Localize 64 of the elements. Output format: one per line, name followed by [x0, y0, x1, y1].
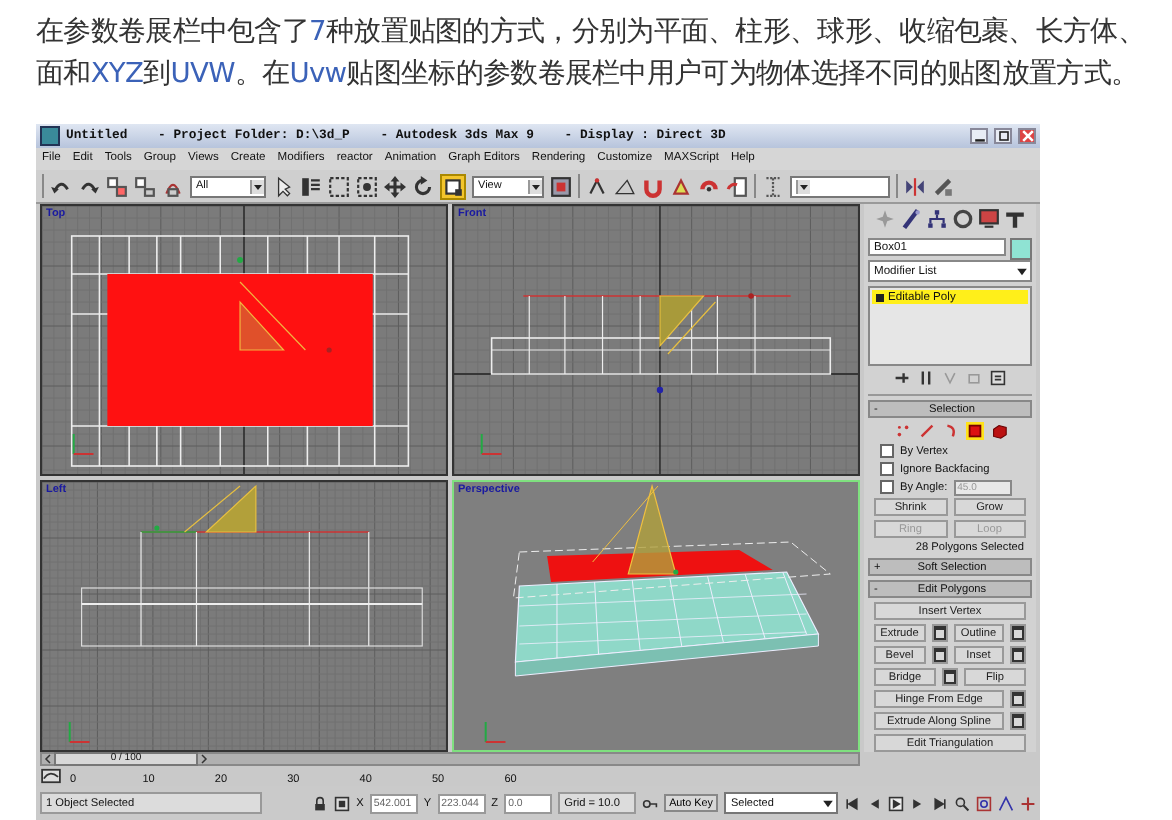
motion-icon[interactable] — [952, 208, 974, 231]
hammer-icon[interactable] — [1004, 208, 1026, 231]
article-paragraph: 在参数卷展栏中包含了7种放置贴图的方式，分别为平面、柱形、球形、收缩包裹、长方体、面和XYZ到UVW。在Uvw贴图坐标的参数卷展栏中用户可为物体选择不同的贴图放置方式。 — [36, 14, 1147, 94]
settings-button[interactable] — [1010, 646, 1026, 665]
rotate-icon[interactable] — [412, 175, 434, 198]
absolute-mode-icon[interactable] — [334, 795, 351, 812]
pivot-icon[interactable] — [550, 175, 572, 198]
dropdown-arrow-icon — [796, 179, 810, 194]
link-icon[interactable] — [106, 175, 128, 198]
scale-icon[interactable] — [440, 173, 466, 200]
angle-snap-icon[interactable] — [614, 175, 636, 198]
maximize-icon — [995, 127, 1011, 144]
lock-icon[interactable] — [312, 795, 329, 812]
configure-icon[interactable] — [990, 370, 1006, 387]
maximize-button[interactable] — [994, 127, 1012, 144]
hierarchy-icon[interactable] — [926, 208, 948, 231]
zoom-all-icon[interactable] — [976, 795, 992, 812]
window-crossing-icon[interactable] — [356, 175, 378, 198]
unlink-icon[interactable] — [134, 175, 156, 198]
checkbox[interactable] — [880, 444, 894, 459]
settings-button[interactable] — [931, 646, 947, 665]
checkbox[interactable] — [880, 480, 894, 495]
modify-icon[interactable] — [900, 208, 922, 231]
snap-icon[interactable] — [586, 175, 608, 198]
edit-named-selection-icon[interactable] — [726, 175, 748, 198]
show-end-result-icon[interactable] — [918, 370, 934, 387]
element-icon[interactable] — [989, 422, 1007, 441]
dropdown-arrow-icon — [1014, 263, 1030, 280]
dropdown-arrow-icon — [820, 795, 836, 812]
named-selection-dropdown[interactable] — [790, 175, 890, 198]
settings-button[interactable] — [931, 624, 947, 643]
settings-button[interactable] — [1010, 712, 1026, 731]
go-to-end-icon[interactable] — [932, 795, 948, 812]
field-of-view-icon[interactable] — [998, 795, 1014, 812]
align-icon[interactable] — [932, 175, 954, 198]
checkbox[interactable] — [880, 462, 894, 477]
object-color-swatch[interactable] — [1010, 238, 1032, 261]
settings-button[interactable] — [942, 668, 958, 687]
display-icon[interactable] — [978, 208, 1000, 231]
select-arrow-icon[interactable] — [272, 175, 294, 198]
polygon-icon[interactable] — [965, 422, 983, 441]
close-icon — [1019, 127, 1035, 144]
settings-button[interactable] — [1010, 690, 1026, 709]
minimize-button[interactable] — [970, 127, 988, 144]
move-icon[interactable] — [384, 175, 406, 198]
select-by-name-icon[interactable] — [300, 175, 322, 198]
dropdown-arrow-icon — [528, 179, 542, 194]
rectangle-selection-icon[interactable] — [328, 175, 350, 198]
app-icon — [40, 125, 60, 146]
pan-icon[interactable] — [1020, 795, 1036, 812]
play-icon[interactable] — [888, 795, 904, 812]
mirror-icon[interactable] — [904, 175, 926, 198]
next-frame-icon[interactable] — [910, 795, 926, 812]
edge-icon[interactable] — [917, 422, 935, 441]
previous-frame-icon[interactable] — [866, 795, 882, 812]
zoom-icon[interactable] — [954, 795, 970, 812]
close-button[interactable] — [1018, 127, 1036, 144]
curve-editor-icon[interactable] — [40, 768, 62, 785]
dropdown-arrow-icon — [250, 179, 264, 194]
go-to-start-icon[interactable] — [844, 795, 860, 812]
settings-button[interactable] — [1010, 624, 1026, 643]
vertex-icon[interactable] — [893, 422, 911, 441]
key-icon[interactable] — [641, 795, 658, 812]
pin-icon[interactable] — [894, 370, 910, 387]
